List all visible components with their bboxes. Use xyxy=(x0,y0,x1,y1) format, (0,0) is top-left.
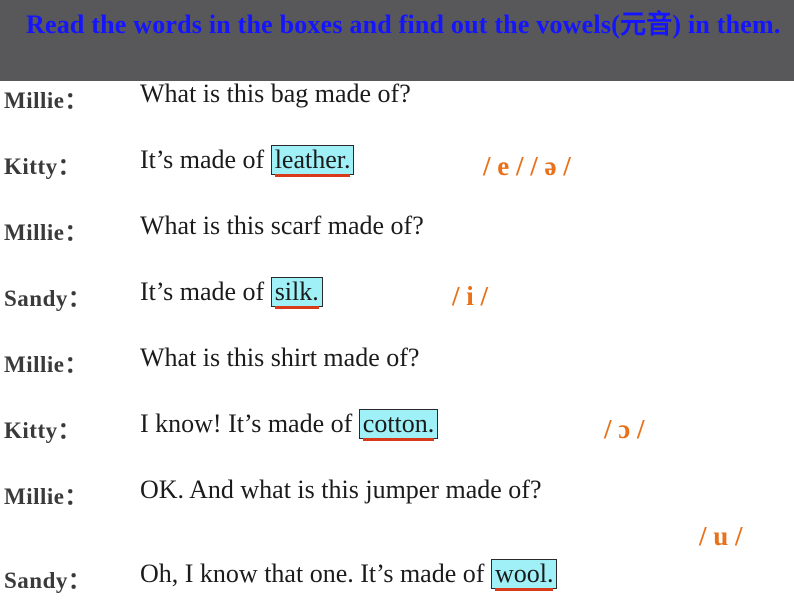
phonetic-annotation: / u / xyxy=(699,521,743,551)
page-title: Read the words in the boxes and find out… xyxy=(26,10,781,39)
dialogue-line: Millie： What is this bag made of? xyxy=(0,79,794,147)
utterance-text: What is this scarf made of? xyxy=(140,211,424,240)
speaker-label: Sandy： xyxy=(4,286,92,311)
speaker-label: Kitty： xyxy=(4,418,82,443)
highlighted-word-box[interactable]: wool. xyxy=(490,559,558,591)
highlighted-word: leather. xyxy=(274,145,351,177)
highlighted-word: silk. xyxy=(274,277,319,309)
speaker-label: Millie： xyxy=(4,88,88,113)
speaker-label: Millie： xyxy=(4,484,88,509)
highlighted-word: cotton. xyxy=(362,409,435,441)
speaker-label: Sandy： xyxy=(4,568,92,593)
utterance-prefix: Oh, I know that one. It’s made of xyxy=(140,559,491,588)
dialogue-line: Millie： OK. And what is this jumper made… xyxy=(0,475,794,543)
utterance-prefix: It’s made of xyxy=(140,145,271,174)
highlighted-word-box[interactable]: cotton. xyxy=(358,409,439,441)
dialogue-list: Millie： What is this bag made of? Kitty：… xyxy=(0,79,794,596)
header-banner: Read the words in the boxes and find out… xyxy=(0,0,794,81)
dialogue-line: Millie： What is this scarf made of? xyxy=(0,211,794,279)
utterance-text: What is this bag made of? xyxy=(140,79,411,108)
speaker-label: Millie： xyxy=(4,352,88,377)
utterance-prefix: It’s made of xyxy=(140,277,271,306)
utterance-prefix: I know! It’s made of xyxy=(140,409,359,438)
phonetic-annotation: / i / xyxy=(452,281,489,311)
utterance-text: It’s made of silk. xyxy=(140,277,323,309)
highlighted-word-box[interactable]: silk. xyxy=(270,277,323,309)
speaker-label: Millie： xyxy=(4,220,88,245)
utterance-text: What is this shirt made of? xyxy=(140,343,420,372)
utterance-text: OK. And what is this jumper made of? xyxy=(140,475,542,504)
dialogue-line: Kitty： It’s made of leather. / e / / ə / xyxy=(0,145,794,213)
phonetic-annotation: / e / / ə / xyxy=(483,151,571,181)
highlighted-word: wool. xyxy=(494,559,554,591)
dialogue-line: Sandy： It’s made of silk. / i / xyxy=(0,277,794,345)
dialogue-line: Sandy： Oh, I know that one. It’s made of… xyxy=(0,521,794,609)
highlighted-word-box[interactable]: leather. xyxy=(270,145,355,177)
phonetic-annotation: / ɔ / xyxy=(604,414,645,444)
utterance-text: I know! It’s made of cotton. xyxy=(140,409,439,441)
utterance-text: Oh, I know that one. It’s made of wool. xyxy=(140,559,558,591)
dialogue-line: Millie： What is this shirt made of? xyxy=(0,343,794,411)
utterance-text: It’s made of leather. xyxy=(140,145,355,177)
dialogue-line: Kitty： I know! It’s made of cotton. / ɔ … xyxy=(0,409,794,477)
speaker-label: Kitty： xyxy=(4,154,82,179)
